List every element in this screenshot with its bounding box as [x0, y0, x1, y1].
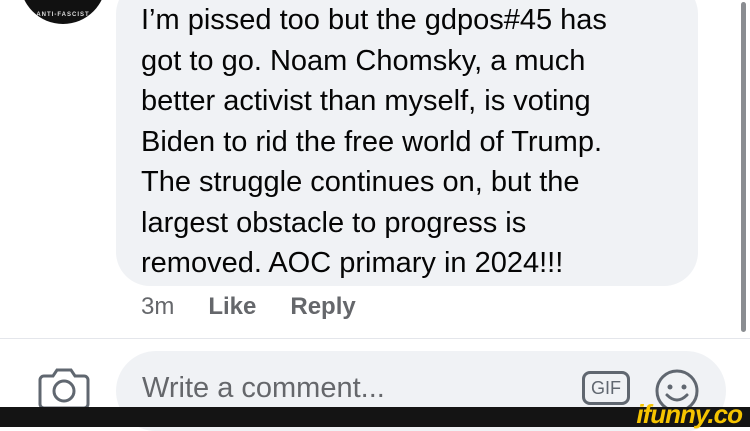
reply-button[interactable]: Reply [290, 293, 355, 321]
camera-icon[interactable] [38, 366, 90, 410]
comment-input-placeholder: Write a comment... [142, 372, 385, 404]
avatar-ring-text: ANTI-FASCIST [36, 12, 90, 18]
watermark-logo: ifunny.co [636, 399, 743, 429]
like-button[interactable]: Like [208, 293, 256, 321]
comment-text: I’m pissed too but the gdpos#45 has got … [141, 4, 607, 279]
scrollbar[interactable] [741, 2, 746, 332]
gif-button[interactable]: GIF [582, 371, 630, 405]
comment-actions: 3m Like Reply [141, 292, 390, 322]
divider [0, 338, 750, 339]
avatar[interactable]: ANTI-FASCIST [20, 0, 106, 24]
comment-timestamp: 3m [141, 293, 175, 320]
